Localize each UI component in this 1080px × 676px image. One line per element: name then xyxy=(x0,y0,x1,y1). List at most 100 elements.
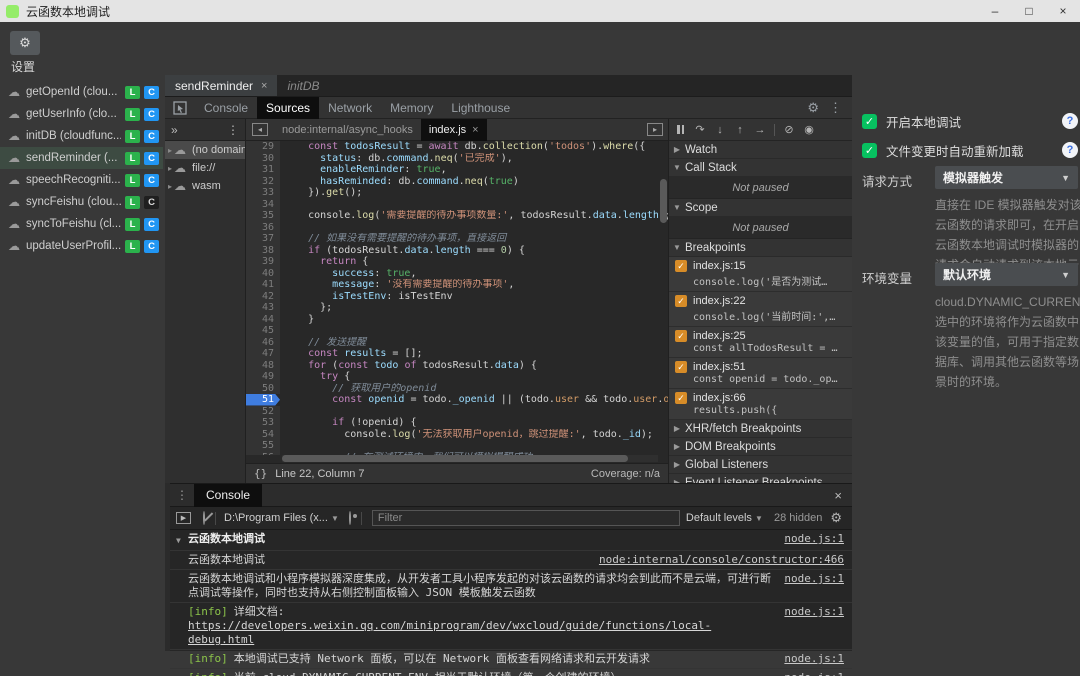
tab-lighthouse[interactable]: Lighthouse xyxy=(442,97,519,119)
deactivate-breakpoints-button[interactable]: ⊘ xyxy=(779,123,799,136)
sidebar-item-function[interactable]: ☁updateUserProfil...LC xyxy=(0,235,163,257)
help-icon[interactable]: ? xyxy=(1062,142,1078,158)
vertical-scrollbar[interactable] xyxy=(660,143,667,453)
close-tab-icon[interactable]: × xyxy=(261,80,267,92)
source-link[interactable]: node.js:1 xyxy=(784,671,844,676)
step-button[interactable]: → xyxy=(750,124,770,136)
section-global-listeners[interactable]: ▶Global Listeners xyxy=(669,456,852,474)
code-area[interactable]: 29 const todosResult = await db.collecti… xyxy=(246,141,668,455)
line-number[interactable]: 36 xyxy=(246,222,280,234)
sidebar-item-function[interactable]: ☁sendReminder (...LC xyxy=(0,147,163,169)
line-number-breakpoint[interactable]: 51 xyxy=(246,394,280,406)
line-number[interactable]: 41 xyxy=(246,279,280,291)
help-icon[interactable]: ? xyxy=(1062,113,1078,129)
breakpoint-checkbox[interactable]: ✓ xyxy=(675,260,687,272)
section-breakpoints[interactable]: ▼Breakpoints xyxy=(669,239,852,257)
drawer-menu-icon[interactable]: ⋮ xyxy=(176,488,188,502)
tab-network[interactable]: Network xyxy=(319,97,381,119)
line-number[interactable]: 45 xyxy=(246,325,280,337)
close-button[interactable]: × xyxy=(1046,0,1080,22)
console-settings-icon[interactable]: ⚙ xyxy=(830,510,842,526)
line-number[interactable]: 39 xyxy=(246,256,280,268)
line-number[interactable]: 56 xyxy=(246,452,280,456)
line-number[interactable]: 33 xyxy=(246,187,280,199)
settings-button[interactable]: ⚙ xyxy=(10,31,40,55)
devtools-menu-icon[interactable]: ⋮ xyxy=(829,100,842,116)
step-into-button[interactable]: ↓ xyxy=(710,124,730,136)
section-call-stack[interactable]: ▼Call Stack xyxy=(669,159,852,177)
breakpoint-entry[interactable]: ✓index.js:66results.push({ xyxy=(669,389,852,420)
maximize-button[interactable]: □ xyxy=(1012,0,1046,22)
line-number[interactable]: 50 xyxy=(246,383,280,395)
breakpoint-checkbox[interactable]: ✓ xyxy=(675,361,687,373)
section-xhr-fetch-breakpoints[interactable]: ▶XHR/fetch Breakpoints xyxy=(669,420,852,438)
minimize-button[interactable]: – xyxy=(978,0,1012,22)
line-number[interactable]: 52 xyxy=(246,406,280,418)
source-link[interactable]: node.js:1 xyxy=(784,532,844,546)
tree-item[interactable]: ▸☁wasm xyxy=(165,177,245,195)
line-number[interactable]: 44 xyxy=(246,314,280,326)
line-number[interactable]: 35 xyxy=(246,210,280,222)
hide-navigator-icon[interactable]: ◂ xyxy=(252,123,268,136)
line-number[interactable]: 53 xyxy=(246,417,280,429)
tab-memory[interactable]: Memory xyxy=(381,97,442,119)
source-link[interactable]: node.js:1 xyxy=(784,572,844,586)
step-over-button[interactable]: ↷ xyxy=(690,123,710,136)
sidebar-item-function[interactable]: ☁getOpenId (clou...LC xyxy=(0,81,163,103)
drawer-close-icon[interactable]: × xyxy=(834,488,842,503)
checkbox-checked-icon[interactable]: ✓ xyxy=(862,143,877,158)
line-number[interactable]: 30 xyxy=(246,153,280,165)
devtools-settings-icon[interactable]: ⚙ xyxy=(807,100,819,116)
section-event-listener-breakpoints[interactable]: ▶Event Listener Breakpoints xyxy=(669,474,852,483)
file-tab[interactable]: index.js× xyxy=(421,119,487,141)
sidebar-item-function[interactable]: ☁syncToFeishu (cl...LC xyxy=(0,213,163,235)
step-out-button[interactable]: ↑ xyxy=(730,124,750,136)
tab-sources[interactable]: Sources xyxy=(257,97,319,119)
line-number[interactable]: 32 xyxy=(246,176,280,188)
close-tab-icon[interactable]: × xyxy=(472,124,478,136)
function-tab[interactable]: initDB xyxy=(277,75,329,96)
breakpoint-entry[interactable]: ✓index.js:22console.log('当前时间:',… xyxy=(669,292,852,327)
console-tab[interactable]: Console xyxy=(194,484,262,507)
pretty-print-icon[interactable]: {} xyxy=(254,467,267,480)
breakpoint-entry[interactable]: ✓index.js:25const allTodosResult = … xyxy=(669,327,852,358)
filter-input[interactable] xyxy=(372,510,680,526)
section-watch[interactable]: ▶Watch xyxy=(669,141,852,159)
line-number[interactable]: 34 xyxy=(246,199,280,211)
tree-item[interactable]: ▸☁(no domain) xyxy=(165,141,245,159)
env-var-dropdown[interactable]: 默认环境▼ xyxy=(935,263,1078,286)
line-number[interactable]: 49 xyxy=(246,371,280,383)
source-link[interactable]: node:internal/console/constructor:466 xyxy=(599,553,844,567)
request-mode-dropdown[interactable]: 模拟器触发▼ xyxy=(935,166,1078,189)
sidebar-item-function[interactable]: ☁syncFeishu (clou...LC xyxy=(0,191,163,213)
breakpoint-checkbox[interactable]: ✓ xyxy=(675,295,687,307)
more-tabs-icon[interactable]: » xyxy=(171,123,178,137)
show-debugger-icon[interactable]: ▸ xyxy=(647,123,663,136)
expander-icon[interactable]: ▼ xyxy=(176,532,188,548)
line-number[interactable]: 40 xyxy=(246,268,280,280)
log-levels-dropdown[interactable]: Default levels ▼ xyxy=(686,512,763,524)
message-link[interactable]: https://developers.weixin.qq.com/minipro… xyxy=(188,619,711,646)
function-tab[interactable]: sendReminder× xyxy=(165,75,277,96)
line-number[interactable]: 31 xyxy=(246,164,280,176)
line-number[interactable]: 38 xyxy=(246,245,280,257)
breakpoint-checkbox[interactable]: ✓ xyxy=(675,330,687,342)
breakpoint-checkbox[interactable]: ✓ xyxy=(675,392,687,404)
inspect-device-icon[interactable] xyxy=(173,101,187,115)
line-number[interactable]: 47 xyxy=(246,348,280,360)
tab-console[interactable]: Console xyxy=(195,97,257,119)
file-tab[interactable]: node:internal/async_hooks xyxy=(274,119,421,141)
checkbox-checked-icon[interactable]: ✓ xyxy=(862,114,877,129)
sidebar-item-function[interactable]: ☁getUserInfo (clo...LC xyxy=(0,103,163,125)
source-link[interactable]: node.js:1 xyxy=(784,652,844,666)
live-expression-icon[interactable] xyxy=(349,511,351,525)
clear-console-icon[interactable] xyxy=(203,511,205,525)
sidebar-item-function[interactable]: ☁initDB (cloudfunc...LC xyxy=(0,125,163,147)
line-number[interactable]: 43 xyxy=(246,302,280,314)
sidebar-item-function[interactable]: ☁speechRecogniti...LC xyxy=(0,169,163,191)
tree-item[interactable]: ▸☁file:// xyxy=(165,159,245,177)
console-sidebar-icon[interactable]: ▶ xyxy=(176,512,191,524)
source-link[interactable]: node.js:1 xyxy=(784,605,844,619)
line-number[interactable]: 55 xyxy=(246,440,280,452)
pause-on-exceptions-button[interactable]: ◉ xyxy=(799,123,819,136)
